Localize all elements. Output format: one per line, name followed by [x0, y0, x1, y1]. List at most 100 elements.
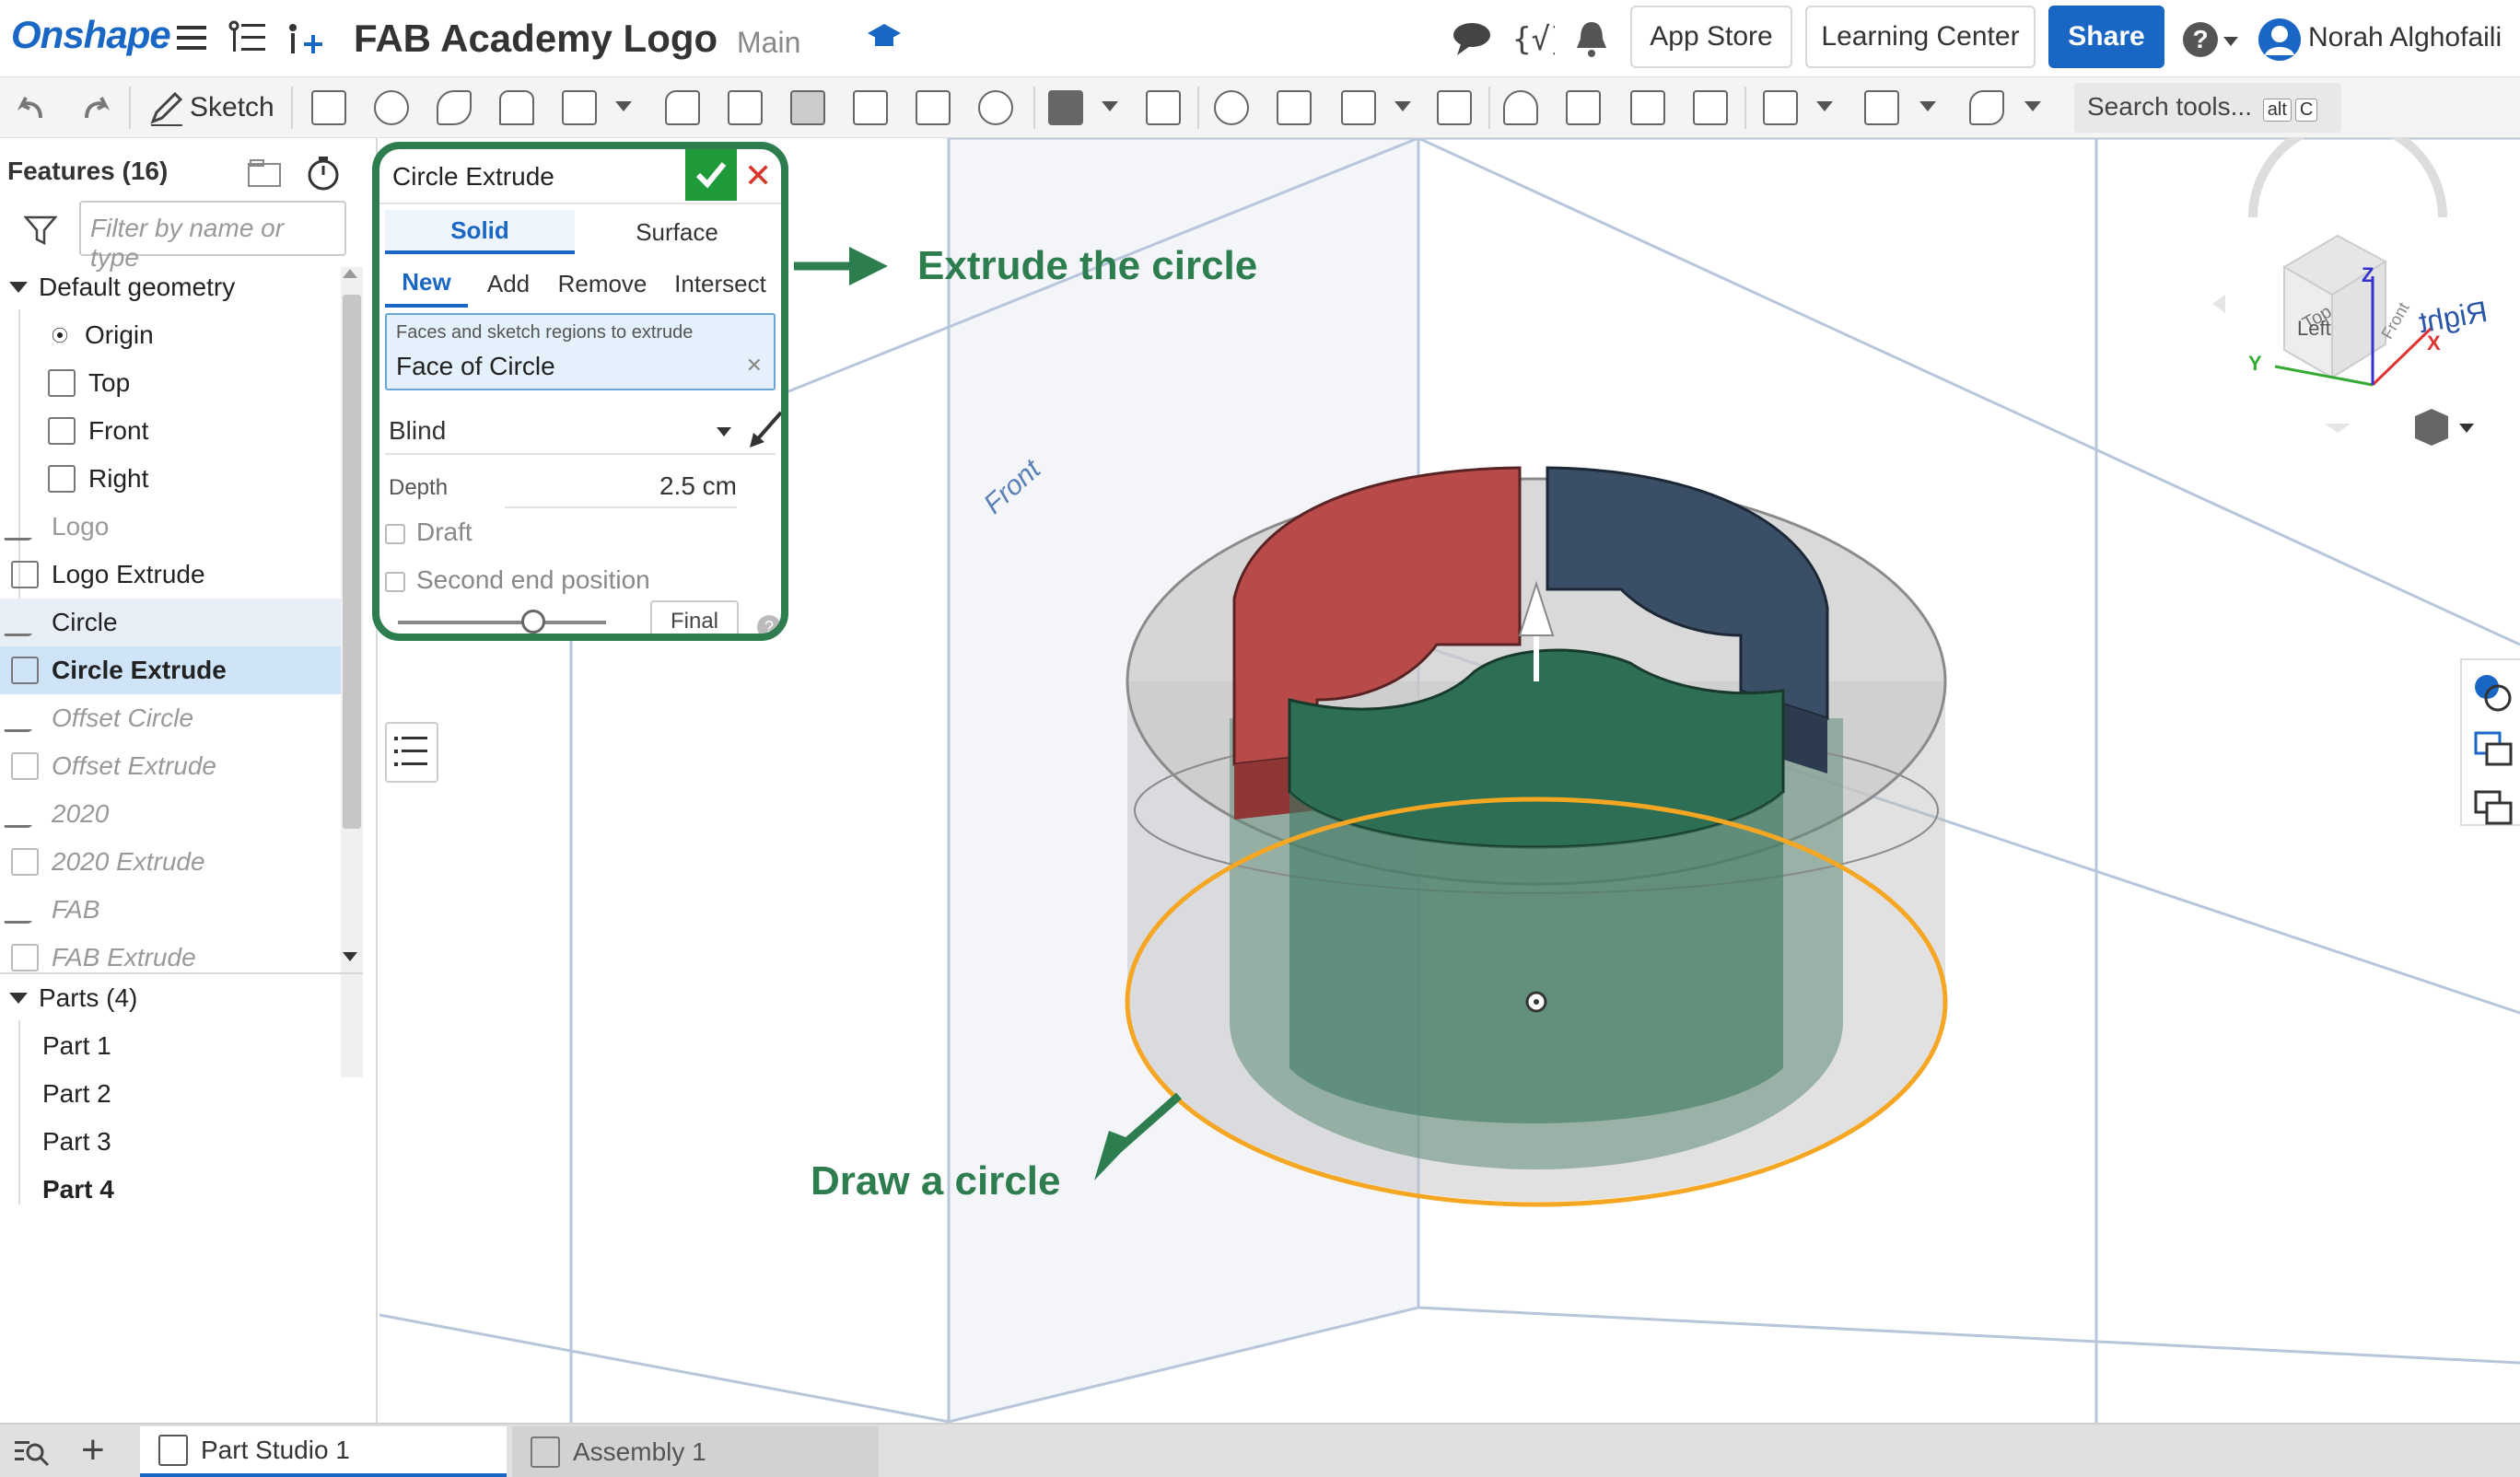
- scroll-up-icon[interactable]: [343, 269, 357, 278]
- feature-circle-extrude[interactable]: Circle Extrude: [0, 646, 363, 694]
- draft-checkbox-row[interactable]: Draft: [385, 518, 776, 558]
- feature-list-icon[interactable]: [228, 20, 269, 57]
- cancel-button[interactable]: ✕: [744, 157, 772, 195]
- default-geometry-group[interactable]: Default geometry: [0, 263, 363, 311]
- faces-query-field[interactable]: Faces and sketch regions to extrude Face…: [385, 313, 776, 390]
- plane-tool-icon[interactable]: [1763, 90, 1798, 125]
- search-tools-input[interactable]: Search tools... alt C: [2074, 83, 2341, 133]
- scroll-down-icon[interactable]: [343, 952, 357, 961]
- thicken-tool-icon[interactable]: [562, 90, 597, 125]
- op-new[interactable]: New: [385, 260, 468, 308]
- comments-icon[interactable]: [1452, 20, 1492, 57]
- transform-caret-icon[interactable]: [1394, 101, 1411, 111]
- replace-face-tool-icon[interactable]: [1693, 90, 1728, 125]
- flip-direction-icon[interactable]: [748, 409, 785, 449]
- hole-tool-icon[interactable]: [978, 90, 1013, 125]
- tab-manager-icon[interactable]: [13, 1436, 50, 1467]
- tab-part-studio[interactable]: Part Studio 1: [140, 1426, 507, 1477]
- branch-label[interactable]: Main: [737, 26, 800, 60]
- redo-icon[interactable]: [77, 92, 114, 123]
- feature-offset-circle[interactable]: Offset Circle: [0, 694, 363, 742]
- second-end-checkbox[interactable]: [385, 571, 405, 592]
- scrollbar-thumb[interactable]: [343, 295, 361, 829]
- draft-checkbox[interactable]: [385, 523, 405, 544]
- view-mode-cube-icon[interactable]: [2415, 409, 2474, 446]
- sweep-tool-icon[interactable]: [437, 90, 472, 125]
- op-add[interactable]: Add: [472, 260, 545, 308]
- surface-tool-icon[interactable]: [1969, 90, 2004, 125]
- menu-icon[interactable]: [175, 22, 208, 53]
- feature-right-plane[interactable]: Right: [0, 455, 363, 503]
- mirror-tool-icon[interactable]: [1146, 90, 1181, 125]
- part-item[interactable]: Part 4: [0, 1166, 363, 1214]
- feature-offset-extrude[interactable]: Offset Extrude: [0, 742, 363, 790]
- pattern-caret-icon[interactable]: [1102, 101, 1118, 111]
- tab-surface[interactable]: Surface: [582, 210, 772, 254]
- learning-center-button[interactable]: Learning Center: [1805, 6, 2036, 68]
- preview-slider-handle[interactable]: [520, 610, 545, 634]
- user-name[interactable]: Norah Alghofaili: [2308, 22, 2502, 53]
- part-item[interactable]: Part 3: [0, 1118, 363, 1166]
- rib-tool-icon[interactable]: [853, 90, 888, 125]
- feature-list-toggle[interactable]: [385, 722, 438, 783]
- view-cube-left-label[interactable]: Left: [2297, 317, 2331, 341]
- part-item[interactable]: Part 2: [0, 1070, 363, 1118]
- share-button[interactable]: Share: [2048, 6, 2164, 68]
- user-avatar-icon[interactable]: [2257, 17, 2303, 63]
- notifications-bell-icon[interactable]: [1573, 18, 1610, 59]
- pattern-tool-icon[interactable]: [1048, 90, 1083, 125]
- tab-assembly[interactable]: Assembly 1: [512, 1426, 879, 1477]
- chevron-down-icon[interactable]: [9, 282, 28, 293]
- op-remove[interactable]: Remove: [549, 260, 656, 308]
- add-folder-icon[interactable]: [247, 157, 284, 190]
- feature-logo-extrude[interactable]: Logo Extrude: [0, 551, 363, 599]
- delete-face-tool-icon[interactable]: [1566, 90, 1601, 125]
- chevron-down-icon[interactable]: [717, 427, 731, 436]
- help-icon[interactable]: ?: [2183, 22, 2218, 57]
- revolve-tool-icon[interactable]: [374, 90, 409, 125]
- split-tool-icon[interactable]: [1277, 90, 1312, 125]
- final-button[interactable]: Final: [650, 600, 739, 634]
- op-intersect[interactable]: Intersect: [659, 260, 781, 308]
- modify-fillet-tool-icon[interactable]: [1503, 90, 1538, 125]
- faces-query-value[interactable]: Face of Circle: [396, 352, 555, 381]
- feature-2020-sketch[interactable]: 2020: [0, 790, 363, 838]
- onshape-logo[interactable]: Onshape: [11, 13, 171, 57]
- view-cube[interactable]: [2212, 138, 2447, 433]
- plane-caret-icon[interactable]: [1816, 101, 1833, 111]
- chevron-down-icon[interactable]: [9, 993, 28, 1004]
- add-tab-button[interactable]: +: [81, 1428, 105, 1472]
- document-title[interactable]: FAB Academy Logo: [354, 17, 718, 61]
- preview-slider-track[interactable]: [398, 621, 606, 624]
- filter-funnel-icon[interactable]: [24, 214, 57, 245]
- feature-circle-sketch[interactable]: Circle: [0, 599, 363, 646]
- thicken-caret-icon[interactable]: [615, 101, 632, 111]
- rollback-timer-icon[interactable]: [306, 155, 341, 192]
- mate-connector-caret-icon[interactable]: [1919, 101, 1936, 111]
- feature-logo-sketch[interactable]: Logo: [0, 503, 363, 551]
- feature-top-plane[interactable]: Top: [0, 359, 363, 407]
- sketch-button[interactable]: Sketch: [190, 92, 274, 123]
- boolean-tool-icon[interactable]: [1214, 90, 1249, 125]
- feature-fab-sketch[interactable]: FAB: [0, 886, 363, 934]
- help-caret-icon[interactable]: [2223, 37, 2238, 46]
- feature-front-plane[interactable]: Front: [0, 407, 363, 455]
- app-store-button[interactable]: App Store: [1630, 6, 1792, 68]
- feature-filter-input[interactable]: Filter by name or type: [79, 201, 346, 272]
- undo-icon[interactable]: [13, 92, 50, 123]
- move-face-tool-icon[interactable]: [1630, 90, 1665, 125]
- learning-cap-icon[interactable]: [866, 20, 903, 53]
- insert-icon[interactable]: [286, 22, 326, 59]
- feature-2020-extrude[interactable]: 2020 Extrude: [0, 838, 363, 886]
- remove-selection-icon[interactable]: ✕: [746, 354, 763, 378]
- transform-tool-icon[interactable]: [1341, 90, 1376, 125]
- fillet-tool-icon[interactable]: [665, 90, 700, 125]
- mate-connector-tool-icon[interactable]: [1864, 90, 1899, 125]
- parts-group[interactable]: Parts (4): [0, 974, 363, 1022]
- feature-origin[interactable]: ⦿ Origin: [0, 311, 363, 359]
- tab-solid[interactable]: Solid: [385, 210, 575, 254]
- accept-button[interactable]: [685, 149, 737, 201]
- extrude-tool-icon[interactable]: [311, 90, 346, 125]
- shell-tool-icon[interactable]: [916, 90, 951, 125]
- part-item[interactable]: Part 1: [0, 1022, 363, 1070]
